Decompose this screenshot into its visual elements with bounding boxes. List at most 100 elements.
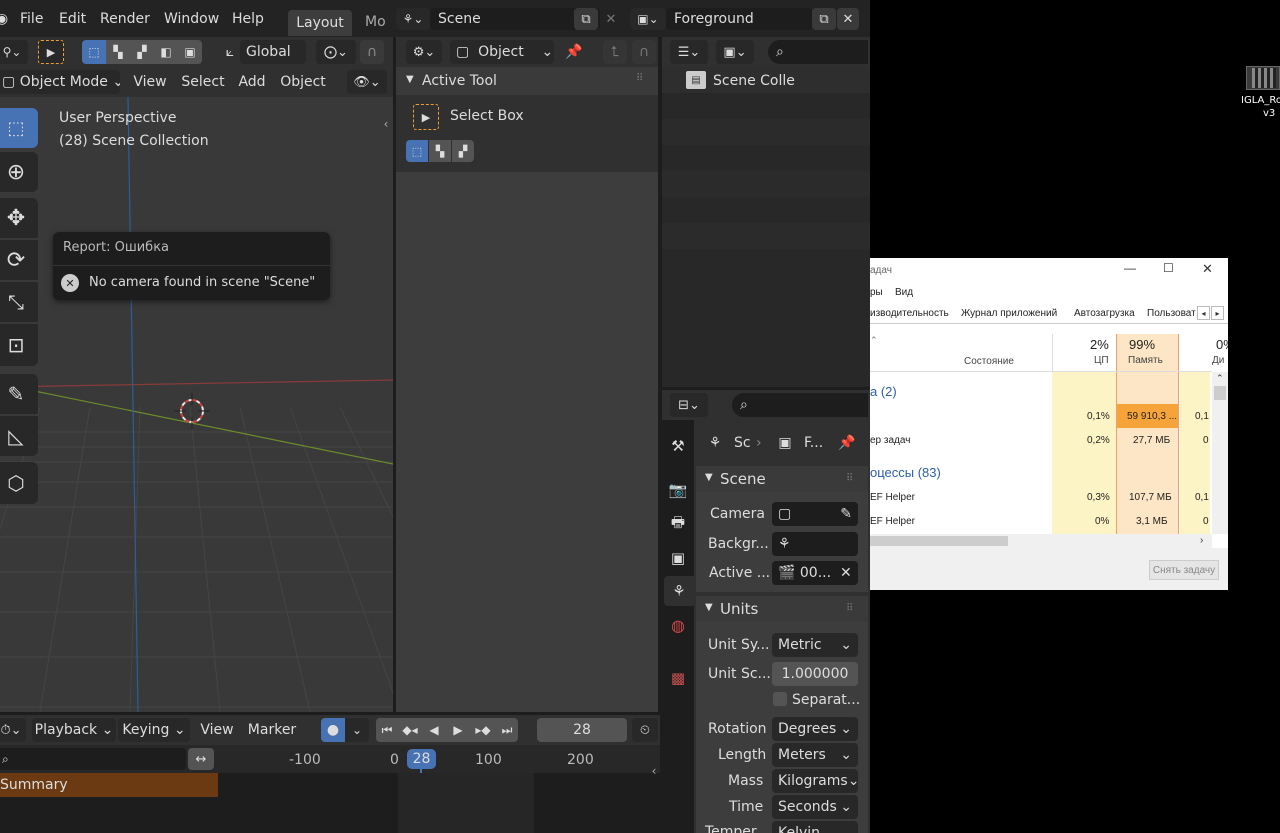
- timeline-view-menu[interactable]: View: [196, 718, 238, 742]
- tm-group-apps[interactable]: а (2): [870, 385, 897, 398]
- link-icon[interactable]: ∩: [632, 40, 656, 64]
- units-panel-drag-icon[interactable]: ⠿: [846, 604, 853, 614]
- delete-viewlayer-icon[interactable]: ✕: [837, 8, 859, 30]
- mode-dropdown[interactable]: ▢ Object Mode ⌄: [0, 70, 120, 94]
- time-dropdown[interactable]: Seconds ⌄: [772, 795, 858, 819]
- tm-scroll-right-icon[interactable]: ›: [1200, 536, 1203, 546]
- pivot-icon[interactable]: ⚲⌄: [0, 40, 28, 64]
- preview-range-icon[interactable]: ⏲: [632, 718, 658, 742]
- timeline-sidebar-icon[interactable]: ‹: [648, 762, 660, 780]
- rotation-dropdown[interactable]: Degrees ⌄: [772, 717, 858, 741]
- parent-icon[interactable]: ⮤: [603, 40, 627, 64]
- separate-checkbox[interactable]: [773, 692, 787, 706]
- scene-panel-drag-icon[interactable]: ⠿: [846, 474, 853, 484]
- tm-row-name[interactable]: EF Helper: [870, 517, 915, 527]
- menu-edit[interactable]: Edit: [59, 12, 86, 26]
- outliner-search-input[interactable]: ⌕: [768, 40, 868, 64]
- orientation-dropdown[interactable]: Global: [240, 40, 306, 64]
- tool-tab-icon[interactable]: ⚒: [664, 432, 692, 460]
- tm-minimize-icon[interactable]: —: [1124, 262, 1136, 274]
- mode-extend-icon[interactable]: ▚: [429, 140, 451, 162]
- timeline-editor-icon[interactable]: ⏱⌄: [0, 718, 26, 742]
- select-tool-icon[interactable]: ▶: [38, 40, 64, 64]
- tm-menu-options[interactable]: ры: [870, 288, 883, 298]
- scene-tab-icon[interactable]: ⚘: [664, 576, 694, 606]
- texture-tab-icon[interactable]: ▩: [664, 664, 692, 692]
- object-context-dropdown[interactable]: ▢ Object ⌄: [450, 40, 554, 64]
- tm-hscroll-thumb[interactable]: [870, 536, 1008, 546]
- playhead-marker[interactable]: 28: [407, 749, 436, 769]
- world-tab-icon[interactable]: ◍: [664, 611, 692, 639]
- timeline-search-input[interactable]: ⌕: [0, 748, 186, 770]
- menu-help[interactable]: Help: [232, 12, 264, 26]
- panel-collapse-icon[interactable]: ▼: [406, 75, 414, 85]
- editor-type-icon[interactable]: ⊟⌄: [670, 393, 708, 417]
- display-mode-icon[interactable]: ☰⌄: [670, 40, 708, 64]
- transform-orientation-icon[interactable]: ⟀: [218, 40, 242, 64]
- camera-field[interactable]: ▢ ✎: [772, 502, 858, 526]
- jump-start-icon[interactable]: ⏮: [376, 718, 398, 742]
- render-tab-icon[interactable]: 📷: [664, 476, 692, 504]
- tm-tab-users[interactable]: Пользоват: [1147, 309, 1196, 319]
- select-box-tool-icon[interactable]: ⬚: [0, 108, 38, 148]
- tab-modeling[interactable]: Mo: [365, 15, 386, 29]
- tm-end-task-button[interactable]: Снять задачу: [1149, 560, 1219, 580]
- select-invert-icon[interactable]: ◧: [154, 40, 178, 64]
- delete-scene-icon[interactable]: ✕: [600, 8, 622, 30]
- tab-layout[interactable]: Layout: [288, 10, 352, 36]
- view-layer-tab-icon[interactable]: ▣: [664, 544, 692, 572]
- tm-tab-performance[interactable]: изводительность: [870, 309, 949, 319]
- tm-tab-scroll-left-icon[interactable]: ◂: [1197, 306, 1210, 320]
- clear-clip-icon[interactable]: ✕: [840, 565, 852, 581]
- measure-tool-icon[interactable]: ◺: [0, 416, 38, 456]
- viewlayer-icon[interactable]: ▣⌄: [630, 8, 666, 30]
- pin-icon[interactable]: 📌: [562, 40, 586, 64]
- tm-row-name[interactable]: EF Helper: [870, 493, 915, 503]
- mode-new-icon[interactable]: ⬚: [406, 140, 428, 162]
- new-viewlayer-icon[interactable]: ⧉: [812, 8, 836, 30]
- scale-tool-icon[interactable]: ⤡: [0, 282, 38, 322]
- menu-add[interactable]: Add: [234, 70, 270, 94]
- add-cube-tool-icon[interactable]: ⬡: [0, 462, 38, 504]
- unit-scale-field[interactable]: 1.000000: [772, 662, 858, 686]
- prev-keyframe-icon[interactable]: ◆◂: [398, 718, 422, 742]
- auto-keying-icon[interactable]: ●: [321, 718, 345, 742]
- tm-col-mem[interactable]: Память: [1128, 356, 1163, 366]
- tm-menu-view[interactable]: Вид: [895, 288, 913, 298]
- tm-close-icon[interactable]: ✕: [1202, 262, 1213, 275]
- drag-handle-icon[interactable]: ⠿: [636, 74, 643, 84]
- snap-icon[interactable]: ∩: [360, 40, 384, 64]
- current-frame-field[interactable]: 28: [537, 718, 627, 742]
- cursor-tool-icon[interactable]: ⊕: [0, 152, 38, 192]
- rotate-tool-icon[interactable]: ⟳: [0, 240, 38, 280]
- keying-options-icon[interactable]: ⌄: [345, 718, 369, 742]
- swap-icon[interactable]: ↔: [188, 748, 214, 770]
- temperature-dropdown[interactable]: Kelvin ⌄: [772, 821, 858, 833]
- annotate-tool-icon[interactable]: ✎: [0, 374, 38, 414]
- tm-group-background[interactable]: оцессы (83): [870, 466, 941, 479]
- menu-render[interactable]: Render: [100, 12, 150, 26]
- keying-menu[interactable]: Keying ⌄: [118, 718, 190, 742]
- viewlayer-field[interactable]: Foreground: [666, 8, 812, 30]
- transform-pivot-icon[interactable]: ⨀⌄: [316, 40, 356, 64]
- next-keyframe-icon[interactable]: ▸◆: [470, 718, 496, 742]
- menu-file[interactable]: File: [20, 12, 43, 26]
- tm-col-cpu[interactable]: ЦП: [1094, 356, 1109, 366]
- playback-menu[interactable]: Playback ⌄: [32, 718, 116, 742]
- sidebar-toggle-icon[interactable]: ‹: [380, 116, 392, 132]
- mass-dropdown[interactable]: Kilograms ⌄: [772, 769, 858, 793]
- menu-object[interactable]: Object: [276, 70, 330, 94]
- length-dropdown[interactable]: Meters ⌄: [772, 743, 858, 767]
- active-clip-field[interactable]: 🎬 00... ✕: [772, 561, 858, 585]
- mode-subtract-icon[interactable]: ▞: [452, 140, 474, 162]
- tm-col-disk[interactable]: Ди: [1212, 356, 1224, 366]
- play-reverse-icon[interactable]: ◀: [422, 718, 446, 742]
- tm-col-mem-pct[interactable]: 99%: [1129, 338, 1155, 351]
- tm-row-name[interactable]: ер задач: [870, 436, 910, 446]
- tm-scroll-up-icon[interactable]: ⌃: [1216, 374, 1224, 383]
- properties-search-input[interactable]: ⌕: [732, 393, 868, 417]
- menu-view[interactable]: View: [129, 70, 171, 94]
- background-field[interactable]: ⚘: [772, 532, 858, 556]
- new-scene-icon[interactable]: ⧉: [574, 8, 598, 30]
- scene-panel-collapse-icon[interactable]: ▼: [705, 473, 713, 483]
